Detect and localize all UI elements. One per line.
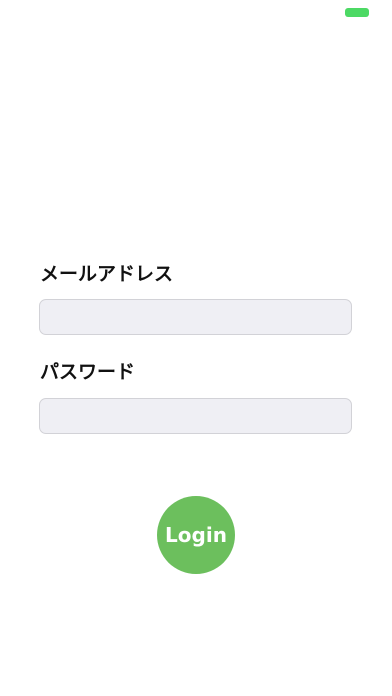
login-button[interactable]: Login [157, 496, 235, 574]
login-screen: メールアドレス パスワード Login [0, 0, 392, 696]
password-input[interactable] [39, 398, 352, 434]
email-label: メールアドレス [40, 263, 174, 285]
email-input[interactable] [39, 299, 352, 335]
password-label: パスワード [40, 361, 136, 383]
battery-icon [345, 8, 369, 17]
